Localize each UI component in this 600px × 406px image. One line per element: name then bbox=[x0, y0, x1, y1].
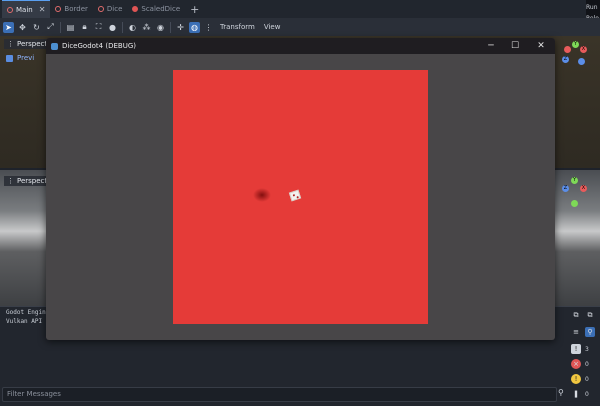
game-debug-window: DiceGodot4 (DEBUG) ─ ☐ ✕ bbox=[46, 38, 555, 340]
gizmo-y-icon: Y bbox=[571, 177, 578, 184]
game-window-title: DiceGodot4 (DEBUG) bbox=[62, 42, 136, 50]
find-icon[interactable]: ⚲ bbox=[585, 327, 595, 337]
search-icon[interactable]: ⚲ bbox=[558, 388, 564, 397]
sun-icon[interactable]: ◐ bbox=[127, 22, 138, 33]
godot-editor-window: Main ✕ Border Dice ScaledDice + Run Relo… bbox=[0, 0, 600, 406]
run-label: Run bbox=[586, 4, 598, 11]
tab-main-label: Main bbox=[16, 5, 33, 14]
messages-filter-icon[interactable]: ! bbox=[571, 344, 581, 354]
group-icon[interactable]: ⛶ bbox=[93, 22, 104, 33]
kebab-icon: ⋮ bbox=[7, 40, 14, 48]
copy-icon[interactable]: ⧉ bbox=[571, 310, 581, 320]
warnings-filter-icon[interactable]: ! bbox=[571, 374, 581, 384]
tab-border-label: Border bbox=[64, 5, 88, 13]
scene-icon bbox=[97, 6, 104, 12]
godot-app-icon bbox=[51, 42, 58, 50]
tab-scaleddice-label: ScaledDice bbox=[141, 5, 181, 13]
dice[interactable] bbox=[288, 189, 302, 202]
select-tool-icon[interactable]: ➤ bbox=[3, 21, 14, 33]
scene-tab-bar: Main ✕ Border Dice ScaledDice + bbox=[0, 0, 600, 18]
dice-shadow bbox=[253, 188, 271, 202]
toolbar-divider bbox=[170, 21, 171, 33]
messages-count: 3 bbox=[585, 346, 589, 353]
close-icon[interactable]: ✕ bbox=[39, 5, 46, 14]
gizmo-z-icon: Z bbox=[562, 185, 569, 192]
gizmo-x-neg-icon bbox=[564, 46, 571, 53]
environment-icon[interactable]: ◉ bbox=[155, 22, 166, 33]
clear-icon[interactable]: ⧉ bbox=[585, 310, 595, 320]
gizmo-y-icon: Y bbox=[572, 41, 579, 48]
dice-pip bbox=[296, 195, 299, 199]
transform-menu[interactable]: Transform bbox=[217, 23, 258, 31]
errors-count: 0 bbox=[585, 361, 589, 368]
info-filter-icon[interactable]: ❚ bbox=[571, 389, 581, 399]
add-tab-button[interactable]: + bbox=[185, 0, 204, 18]
output-log: Godot Engine Vulkan API 1 bbox=[6, 308, 49, 326]
preview-toggle[interactable]: Previ bbox=[6, 54, 34, 62]
tab-scaleddice[interactable]: ScaledDice bbox=[127, 0, 185, 18]
camera-icon[interactable]: ● bbox=[107, 22, 118, 33]
maximize-button[interactable]: ☐ bbox=[502, 38, 528, 54]
gizmo-x-icon: X bbox=[580, 46, 587, 53]
toolbar-divider bbox=[60, 21, 61, 33]
toolbar-divider bbox=[122, 21, 123, 33]
sort-icon[interactable]: ≡ bbox=[571, 327, 581, 337]
view-menu[interactable]: View bbox=[261, 23, 284, 31]
gizmo-x-icon: X bbox=[580, 185, 587, 192]
viewport-top-menu[interactable]: ⋮ Perspecti bbox=[4, 39, 53, 49]
tab-main[interactable]: Main ✕ bbox=[2, 0, 51, 18]
more-options-icon[interactable]: ⋮ bbox=[203, 22, 214, 33]
list-tool-icon[interactable]: ▤ bbox=[65, 22, 76, 33]
tab-dice-label: Dice bbox=[106, 5, 123, 13]
editor-toolbar: ➤ ✥ ↻ ⤢ ▤ 🔒︎ ⛶ ● ◐ ⁂ ◉ ✛ ◍ ⋮ Transform V… bbox=[0, 18, 600, 36]
info-count: 0 bbox=[585, 391, 589, 398]
rotate-tool-icon[interactable]: ↻ bbox=[31, 22, 42, 33]
tab-dice[interactable]: Dice bbox=[93, 0, 128, 18]
gizmo-z-icon: Z bbox=[562, 56, 569, 63]
game-viewport[interactable] bbox=[173, 70, 428, 324]
warnings-count: 0 bbox=[585, 376, 589, 383]
errors-filter-icon[interactable]: × bbox=[571, 359, 581, 369]
axis-gizmo-top[interactable]: Y X Z bbox=[560, 40, 590, 70]
checkbox-icon bbox=[6, 54, 13, 62]
viewport-bottom-menu[interactable]: ⋮ Perspecti bbox=[4, 176, 53, 186]
scene-icon bbox=[55, 6, 62, 12]
viewport-top-label: Perspecti bbox=[17, 40, 50, 48]
globe-icon[interactable]: ◍ bbox=[189, 21, 200, 33]
scene-icon bbox=[132, 6, 139, 12]
log-line: Godot Engine bbox=[6, 309, 50, 316]
kebab-icon: ⋮ bbox=[7, 177, 14, 185]
viewport-bottom-label: Perspecti bbox=[17, 177, 50, 185]
gizmo-y-neg-icon bbox=[571, 200, 578, 207]
preview-label: Previ bbox=[17, 54, 35, 62]
scene-icon bbox=[7, 6, 13, 13]
close-window-button[interactable]: ✕ bbox=[528, 38, 554, 54]
output-side-controls: ⧉ ⧉ ≡ ⚲ ! 3 × 0 ! 0 ❚ 0 bbox=[569, 308, 600, 406]
tab-border[interactable]: Border bbox=[50, 0, 92, 18]
gizmo-z-neg-icon bbox=[578, 58, 585, 65]
lock-icon[interactable]: 🔒︎ bbox=[79, 22, 90, 33]
bones-icon[interactable]: ⁂ bbox=[141, 22, 152, 33]
move-tool-icon[interactable]: ✥ bbox=[17, 22, 28, 33]
filter-messages-input[interactable]: Filter Messages bbox=[2, 387, 557, 402]
snap-icon[interactable]: ✛ bbox=[175, 22, 186, 33]
dice-pip bbox=[292, 194, 296, 197]
log-line: Vulkan API 1 bbox=[6, 318, 50, 325]
minimize-button[interactable]: ─ bbox=[478, 38, 504, 54]
scale-tool-icon[interactable]: ⤢ bbox=[45, 22, 56, 33]
axis-gizmo-bottom[interactable]: Y Z X bbox=[560, 176, 590, 210]
